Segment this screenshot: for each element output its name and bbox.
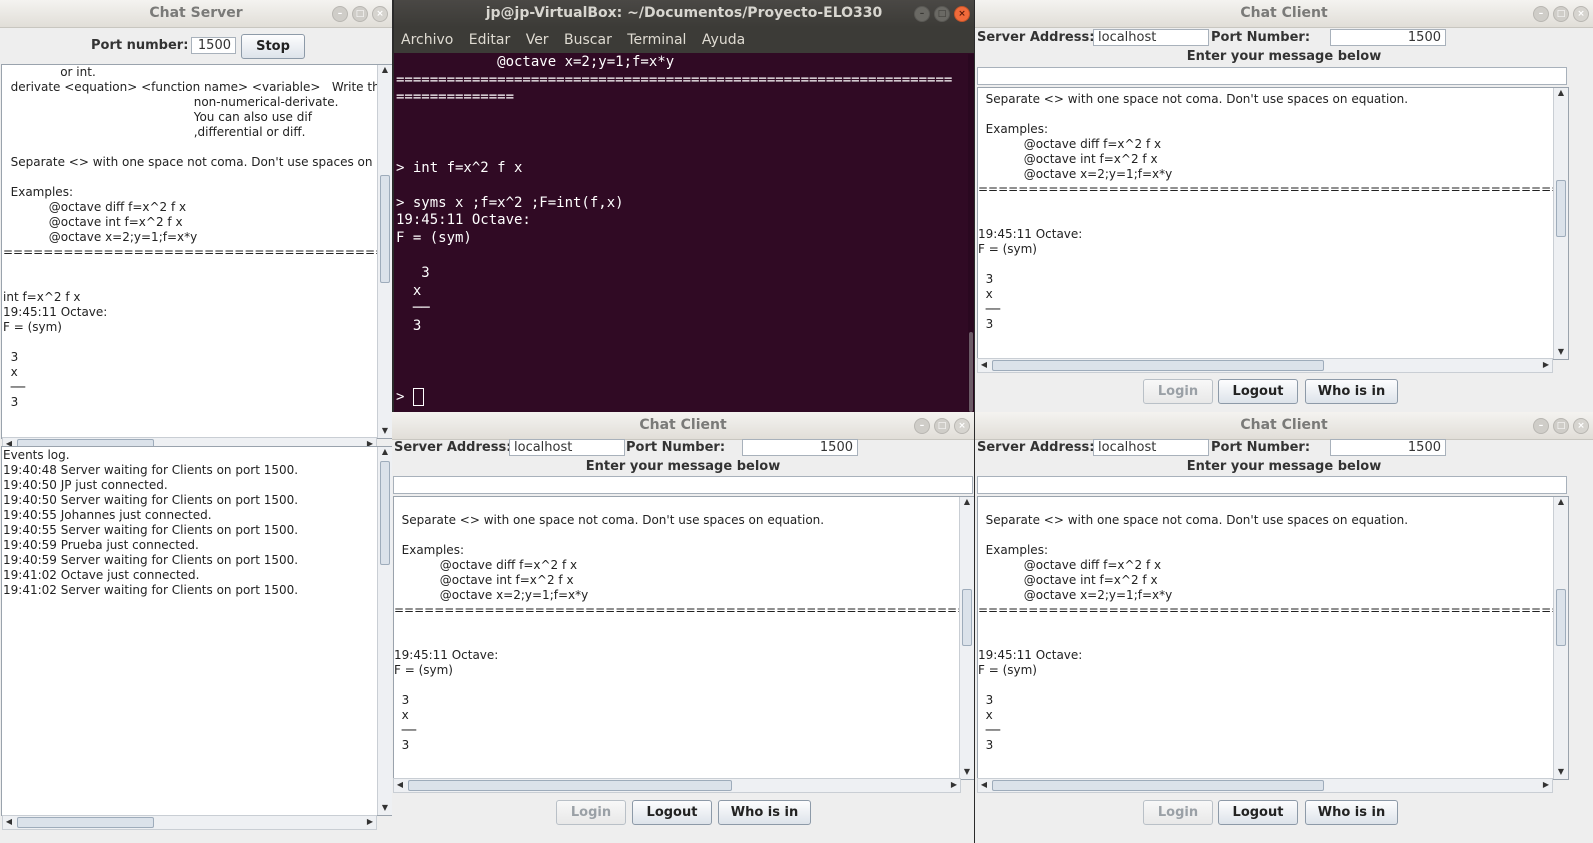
client-chat-vscroll[interactable]: ▲ ▼ xyxy=(1553,497,1568,779)
terminal-text: @octave x=2;y=1;f=x*y ==================… xyxy=(396,54,953,406)
menu-editar[interactable]: Editar xyxy=(469,32,510,48)
terminal-menubar: Archivo Editar Ver Buscar Terminal Ayuda xyxy=(394,27,974,53)
logout-button[interactable]: Logout xyxy=(1218,800,1298,825)
client-titlebar[interactable]: Chat Client – □ × xyxy=(392,412,974,440)
minimize-icon[interactable]: – xyxy=(1533,6,1549,22)
login-button[interactable]: Login xyxy=(556,800,626,825)
chat-client-window-bottom-right: Chat Client – □ × Server Address: localh… xyxy=(975,412,1593,843)
message-input[interactable] xyxy=(977,476,1567,494)
client-chat-text: Separate <> with one space not coma. Don… xyxy=(394,513,974,752)
server-chat-area[interactable]: or int. derivate <equation> <function na… xyxy=(1,64,392,439)
terminal-window: jp@jp-VirtualBox: ~/Documentos/Proyecto-… xyxy=(394,0,974,412)
port-number-input[interactable]: 1500 xyxy=(1330,439,1446,456)
maximize-icon[interactable]: □ xyxy=(1553,418,1569,434)
minimize-icon[interactable]: – xyxy=(332,6,348,22)
client-chat-area[interactable]: Separate <> with one space not coma. Don… xyxy=(977,87,1569,360)
login-button[interactable]: Login xyxy=(1143,379,1213,404)
chat-client-window-top-right: Chat Client – □ × Server Address: localh… xyxy=(975,0,1593,412)
menu-buscar[interactable]: Buscar xyxy=(564,32,612,48)
maximize-icon[interactable]: □ xyxy=(934,418,950,434)
client-chat-vscroll[interactable]: ▲ ▼ xyxy=(1553,88,1568,359)
enter-message-label: Enter your message below xyxy=(1186,49,1382,64)
client-chat-hscroll[interactable]: ◀ ▶ xyxy=(977,358,1553,373)
maximize-icon[interactable]: □ xyxy=(352,6,368,22)
port-label: Port number: xyxy=(91,38,189,53)
terminal-cursor xyxy=(412,388,424,407)
terminal-title: jp@jp-VirtualBox: ~/Documentos/Proyecto-… xyxy=(485,5,883,21)
menu-ver[interactable]: Ver xyxy=(526,32,549,48)
minimize-icon[interactable]: – xyxy=(914,418,930,434)
server-address-label: Server Address: xyxy=(394,440,512,455)
menu-ayuda[interactable]: Ayuda xyxy=(702,32,745,48)
terminal-scrollbar[interactable] xyxy=(968,54,974,412)
close-icon[interactable]: × xyxy=(954,6,970,22)
stop-button[interactable]: Stop xyxy=(241,34,305,59)
minimize-icon[interactable]: – xyxy=(1533,418,1549,434)
close-icon[interactable]: × xyxy=(1573,418,1589,434)
server-title: Chat Server xyxy=(149,5,243,21)
enter-message-label: Enter your message below xyxy=(585,459,781,474)
server-address-input[interactable]: localhost xyxy=(1093,439,1209,456)
who-is-in-button[interactable]: Who is in xyxy=(1305,800,1398,825)
server-address-label: Server Address: xyxy=(977,440,1095,455)
client-chat-hscroll[interactable]: ◀ ▶ xyxy=(393,778,961,793)
menu-terminal[interactable]: Terminal xyxy=(627,32,686,48)
client-title: Chat Client xyxy=(639,417,727,433)
who-is-in-button[interactable]: Who is in xyxy=(1305,379,1398,404)
server-events-vscroll[interactable]: ▲ ▼ xyxy=(377,447,392,815)
maximize-icon[interactable]: □ xyxy=(934,6,950,22)
server-address-input[interactable]: localhost xyxy=(509,439,625,456)
client-title: Chat Client xyxy=(1240,417,1328,433)
port-number-label: Port Number: xyxy=(626,440,726,455)
logout-button[interactable]: Logout xyxy=(632,800,712,825)
client-title: Chat Client xyxy=(1240,5,1328,21)
client-titlebar[interactable]: Chat Client – □ × xyxy=(975,0,1593,28)
chat-client-window-bottom-middle: Chat Client – □ × Server Address: localh… xyxy=(392,412,974,843)
logout-button[interactable]: Logout xyxy=(1218,379,1298,404)
server-chat-text: or int. derivate <equation> <function na… xyxy=(3,65,392,409)
port-input[interactable]: 1500 xyxy=(191,37,236,54)
server-titlebar[interactable]: Chat Server – □ × xyxy=(0,0,392,28)
message-input[interactable] xyxy=(393,476,973,494)
client-chat-text: Separate <> with one space not coma. Don… xyxy=(978,92,1568,331)
terminal-titlebar[interactable]: jp@jp-VirtualBox: ~/Documentos/Proyecto-… xyxy=(394,0,974,28)
login-button[interactable]: Login xyxy=(1143,800,1213,825)
server-address-label: Server Address: xyxy=(977,30,1095,45)
menu-archivo[interactable]: Archivo xyxy=(401,32,453,48)
minimize-icon[interactable]: – xyxy=(914,6,930,22)
client-chat-vscroll[interactable]: ▲ ▼ xyxy=(959,497,974,779)
client-chat-area[interactable]: Separate <> with one space not coma. Don… xyxy=(977,496,1569,780)
server-events-log[interactable]: Events log. 19:40:48 Server waiting for … xyxy=(1,446,392,816)
close-icon[interactable]: × xyxy=(1573,6,1589,22)
terminal-output[interactable]: @octave x=2;y=1;f=x*y ==================… xyxy=(396,54,962,407)
port-number-label: Port Number: xyxy=(1211,440,1311,455)
port-number-input[interactable]: 1500 xyxy=(742,439,858,456)
port-number-label: Port Number: xyxy=(1211,30,1311,45)
client-chat-text: Separate <> with one space not coma. Don… xyxy=(978,513,1568,752)
client-chat-hscroll[interactable]: ◀ ▶ xyxy=(977,778,1553,793)
port-number-input[interactable]: 1500 xyxy=(1330,29,1446,46)
server-chat-vscroll[interactable]: ▲ ▼ xyxy=(377,65,392,438)
close-icon[interactable]: × xyxy=(372,6,388,22)
message-input[interactable] xyxy=(977,67,1567,85)
client-chat-area[interactable]: Separate <> with one space not coma. Don… xyxy=(393,496,974,780)
who-is-in-button[interactable]: Who is in xyxy=(718,800,811,825)
server-events-hscroll[interactable]: ◀ ▶ xyxy=(2,815,377,830)
close-icon[interactable]: × xyxy=(954,418,970,434)
chat-server-window: Chat Server – □ × Port number: 1500 Stop… xyxy=(0,0,392,843)
client-titlebar[interactable]: Chat Client – □ × xyxy=(975,412,1593,440)
server-address-input[interactable]: localhost xyxy=(1093,29,1209,46)
maximize-icon[interactable]: □ xyxy=(1553,6,1569,22)
server-events-text: Events log. 19:40:48 Server waiting for … xyxy=(3,448,299,597)
enter-message-label: Enter your message below xyxy=(1186,459,1382,474)
